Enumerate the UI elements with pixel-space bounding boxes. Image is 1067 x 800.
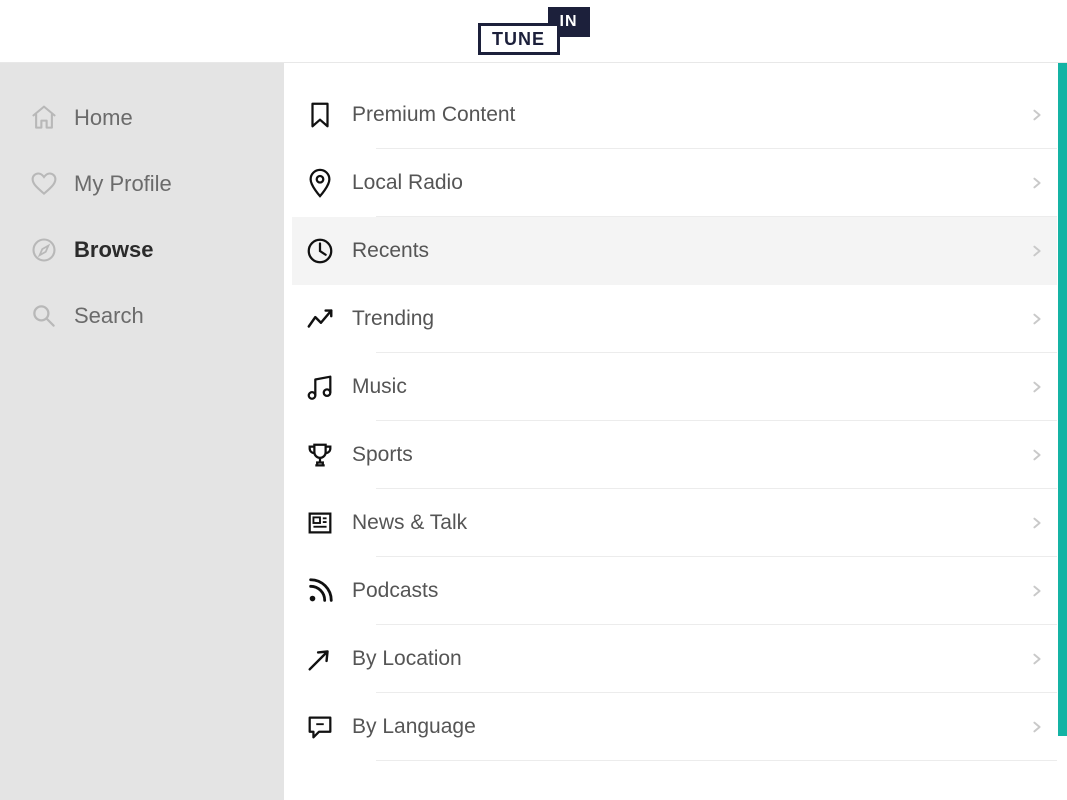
chevron-right-icon — [1017, 516, 1057, 530]
chevron-right-icon — [1017, 584, 1057, 598]
arrow-icon — [292, 644, 348, 674]
chevron-right-icon — [1017, 720, 1057, 734]
category-label: Trending — [348, 307, 1017, 331]
category-label: Podcasts — [348, 579, 1017, 603]
search-icon — [30, 302, 58, 330]
content-area: Premium Content Local Radio Recents Trendin… — [284, 63, 1067, 800]
category-row-podcasts[interactable]: Podcasts — [292, 557, 1057, 625]
category-label: By Language — [348, 715, 1017, 739]
heart-icon — [30, 170, 58, 198]
category-row-local-radio[interactable]: Local Radio — [292, 149, 1057, 217]
chevron-right-icon — [1017, 380, 1057, 394]
sidebar-item-my-profile[interactable]: My Profile — [0, 151, 284, 217]
chat-icon — [292, 712, 348, 742]
trend-icon — [292, 304, 348, 334]
sidebar-item-label: Home — [74, 105, 133, 131]
clock-icon — [292, 236, 348, 266]
pin-icon — [292, 168, 348, 198]
sidebar: Home My Profile Browse Search — [0, 63, 284, 800]
chevron-right-icon — [1017, 652, 1057, 666]
chevron-right-icon — [1017, 448, 1057, 462]
category-label: By Location — [348, 647, 1017, 671]
category-row-by-location[interactable]: By Location — [292, 625, 1057, 693]
category-row-trending[interactable]: Trending — [292, 285, 1057, 353]
category-label: Premium Content — [348, 103, 1017, 127]
chevron-right-icon — [1017, 312, 1057, 326]
chevron-right-icon — [1017, 108, 1057, 122]
category-label: Music — [348, 375, 1017, 399]
compass-icon — [30, 236, 58, 264]
chevron-right-icon — [1017, 244, 1057, 258]
category-label: News & Talk — [348, 511, 1017, 535]
category-row-by-language[interactable]: By Language — [292, 693, 1057, 761]
news-icon — [292, 508, 348, 538]
scroll-indicator[interactable] — [1058, 63, 1067, 736]
category-label: Sports — [348, 443, 1017, 467]
bookmark-icon — [292, 100, 348, 130]
sidebar-item-label: Browse — [74, 237, 153, 263]
tunein-logo[interactable]: IN TUNE — [478, 7, 590, 55]
sidebar-item-label: My Profile — [74, 171, 172, 197]
chevron-right-icon — [1017, 176, 1057, 190]
category-row-premium-content[interactable]: Premium Content — [292, 81, 1057, 149]
home-icon — [30, 104, 58, 132]
category-row-music[interactable]: Music — [292, 353, 1057, 421]
category-label: Recents — [348, 239, 1017, 263]
trophy-icon — [292, 440, 348, 470]
category-row-sports[interactable]: Sports — [292, 421, 1057, 489]
category-row-recents[interactable]: Recents — [292, 217, 1057, 285]
sidebar-item-label: Search — [74, 303, 144, 329]
header: IN TUNE — [0, 0, 1067, 63]
sidebar-item-home[interactable]: Home — [0, 85, 284, 151]
divider — [376, 760, 1057, 761]
rss-icon — [292, 576, 348, 606]
sidebar-item-search[interactable]: Search — [0, 283, 284, 349]
category-row-news-talk[interactable]: News & Talk — [292, 489, 1057, 557]
logo-tune-box: TUNE — [478, 23, 560, 55]
category-label: Local Radio — [348, 171, 1017, 195]
sidebar-item-browse[interactable]: Browse — [0, 217, 284, 283]
music-icon — [292, 372, 348, 402]
